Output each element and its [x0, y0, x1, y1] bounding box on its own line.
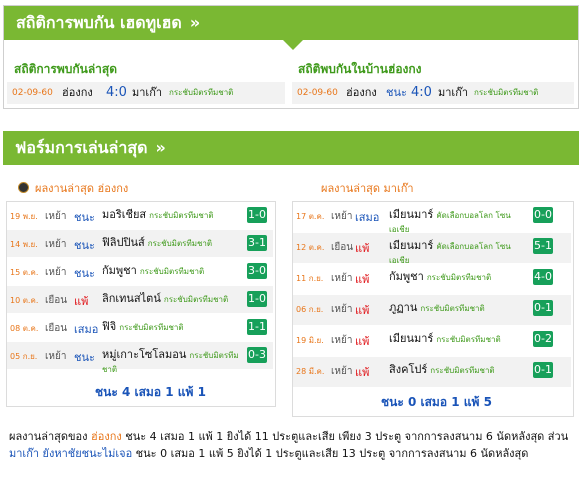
h2h-right-title: สถิติพบกันในบ้านฮ่องกง: [298, 62, 422, 76]
h2h-header: สถิติการพบกัน เฮดทูเฮด »: [4, 6, 578, 50]
double-chevron-right-icon: »: [189, 13, 201, 32]
para-team-2-status: ยังหาชัยชนะไม่เจอ: [42, 447, 133, 460]
form-right-frame: [292, 201, 574, 417]
h2h-left-title: สถิติการพบกันล่าสุด: [14, 62, 118, 76]
form-header: ฟอร์มการเล่นล่าสุด »: [3, 131, 579, 165]
match-score: 4:0: [106, 85, 127, 100]
h2h-title: สถิติการพบกัน เฮดทูเฮด: [16, 13, 182, 32]
match-date: 02-09-60: [297, 88, 338, 98]
match-score: 4:0: [411, 85, 432, 100]
match-date: 02-09-60: [12, 88, 53, 98]
form-right-title: ผลงานล่าสุด มาเก๊า: [321, 182, 414, 195]
form-left-title-text: ผลงานล่าสุด ฮ่องกง: [35, 182, 129, 195]
para-text-1: ผลงานล่าสุดของ: [9, 430, 88, 443]
h2h-right-row[interactable]: 02-09-60 ฮ่องกง ชนะ 4:0 มาเก๊า กระชับมิต…: [292, 82, 574, 104]
para-team-1[interactable]: ฮ่องกง: [91, 430, 122, 443]
soccer-ball-icon: [18, 182, 29, 193]
para-text-2: ชนะ 4 เสมอ 1 แพ้ 1 ยิงได้ 11 ประตูและเสี…: [121, 430, 569, 443]
para-text-4: ชนะ 0 เสมอ 1 แพ้ 5 ยิงได้ 1 ประตูและเสีย…: [132, 447, 529, 460]
summary-paragraph: ผลงานล่าสุดของ ฮ่องกง ชนะ 4 เสมอ 1 แพ้ 1…: [9, 428, 572, 462]
h2h-panel: สถิติการพบกัน เฮดทูเฮด » สถิติการพบกันล่า…: [3, 5, 579, 109]
form-left-frame: [6, 201, 276, 407]
form-title: ฟอร์มการเล่นล่าสุด: [15, 138, 148, 157]
home-team[interactable]: ฮ่องกง: [62, 82, 93, 104]
away-team[interactable]: มาเก๊า: [132, 82, 162, 104]
para-team-2[interactable]: มาเก๊า: [9, 447, 39, 460]
competition: กระชับมิตรทีมชาติ: [474, 88, 539, 97]
form-left-title: ผลงานล่าสุด ฮ่องกง: [18, 179, 128, 197]
double-chevron-right-icon: »: [155, 138, 166, 157]
match-result: ชนะ: [386, 86, 407, 99]
away-team[interactable]: มาเก๊า: [438, 82, 468, 104]
competition: กระชับมิตรทีมชาติ: [169, 88, 234, 97]
header-notch: [283, 40, 303, 50]
home-team[interactable]: ฮ่องกง: [346, 82, 377, 104]
h2h-left-row[interactable]: 02-09-60 ฮ่องกง 4:0 มาเก๊า กระชับมิตรทีม…: [7, 82, 285, 104]
